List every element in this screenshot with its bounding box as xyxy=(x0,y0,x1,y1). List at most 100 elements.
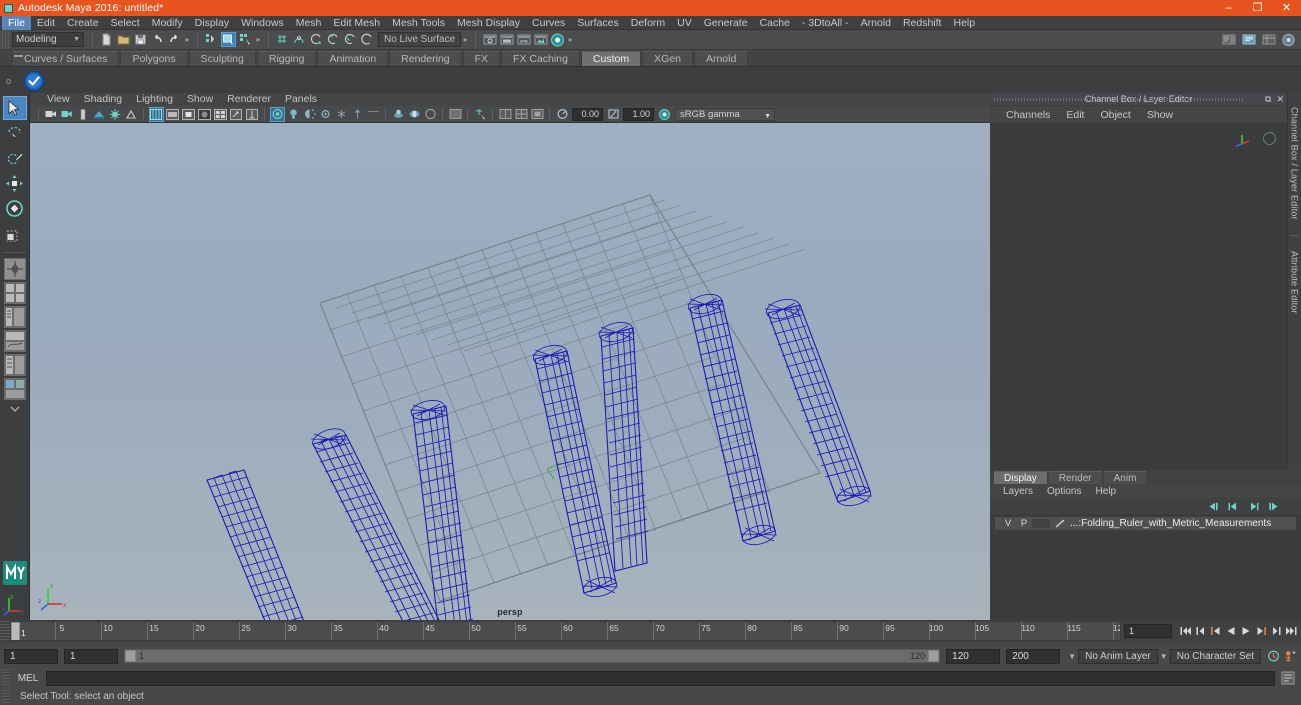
exposure-icon[interactable] xyxy=(556,108,569,121)
viewport-menu-renderer[interactable]: Renderer xyxy=(220,93,278,106)
render-current-frame-icon[interactable] xyxy=(499,32,514,47)
animation-end-field[interactable]: 200 xyxy=(1006,648,1061,664)
range-slider-bar[interactable]: 1 120 xyxy=(124,649,941,663)
menu-select[interactable]: Select xyxy=(105,16,146,30)
snap-to-projected-center-icon[interactable] xyxy=(326,32,341,47)
layer-list[interactable]: V P ...:Folding_Ruler_with_Metric_Measur… xyxy=(990,514,1301,620)
play-forwards-icon[interactable] xyxy=(1239,625,1252,638)
viewport-menu-lighting[interactable]: Lighting xyxy=(129,93,180,106)
channel-box-menu-edit[interactable]: Edit xyxy=(1058,109,1092,121)
panel-drag-dots[interactable] xyxy=(994,98,1088,101)
toolbar-collapse-arrow-icon[interactable]: ▸ xyxy=(183,32,192,47)
menu-edit-mesh[interactable]: Edit Mesh xyxy=(327,16,386,30)
tab-display[interactable]: Display xyxy=(994,471,1047,484)
select-tool[interactable] xyxy=(2,96,27,120)
script-language-label[interactable]: MEL xyxy=(10,673,46,684)
chevron-down-icon[interactable]: ▼ xyxy=(1158,652,1170,661)
lasso-select-tool[interactable] xyxy=(3,121,27,145)
open-scene-icon[interactable] xyxy=(116,32,131,47)
vertical-tab-channel-box[interactable]: Channel Box / Layer Editor xyxy=(1290,99,1300,228)
play-backwards-icon[interactable] xyxy=(1224,625,1237,638)
gamma-icon[interactable] xyxy=(607,108,620,121)
undock-icon[interactable]: ⧉ xyxy=(1265,94,1271,105)
menu-create[interactable]: Create xyxy=(61,16,105,30)
menu-uv[interactable]: UV xyxy=(671,16,698,30)
show-channel-box-icon[interactable] xyxy=(1261,32,1276,47)
chevron-down-icon[interactable]: ▼ xyxy=(1066,652,1078,661)
viewport-menu-view[interactable]: View xyxy=(40,93,77,106)
shelf-tab-animation[interactable]: Animation xyxy=(317,51,389,66)
shelf-tab-fx-caching[interactable]: FX Caching xyxy=(501,51,580,66)
new-scene-icon[interactable] xyxy=(99,32,114,47)
channel-box-body[interactable] xyxy=(990,123,1287,470)
render-settings-icon[interactable] xyxy=(533,32,548,47)
layer-menu-help[interactable]: Help xyxy=(1088,486,1123,497)
layer-menu-options[interactable]: Options xyxy=(1040,486,1088,497)
minimize-button[interactable]: – xyxy=(1214,0,1243,16)
redo-icon[interactable] xyxy=(167,32,182,47)
time-slider-grip[interactable] xyxy=(0,621,10,641)
3d-viewport[interactable]: persp y x z xyxy=(30,123,990,620)
character-set-selector[interactable]: No Character Set xyxy=(1169,648,1261,664)
show-attribute-editor-icon[interactable] xyxy=(1221,32,1236,47)
layer-prev-icon[interactable] xyxy=(1228,502,1239,511)
shelf-collapse-icon[interactable] xyxy=(14,55,23,57)
exposure-field[interactable]: 0.00 xyxy=(572,107,603,121)
shelf-tab-custom[interactable]: Custom xyxy=(580,51,642,66)
menu-windows[interactable]: Windows xyxy=(235,16,290,30)
color-management-selector[interactable]: sRGB gamma ▼ xyxy=(675,107,775,121)
snap-to-point-icon[interactable] xyxy=(309,32,324,47)
menu-deform[interactable]: Deform xyxy=(625,16,671,30)
move-tool[interactable] xyxy=(3,171,27,195)
image-plane-icon[interactable] xyxy=(77,108,90,121)
anim-layer-selector[interactable]: No Anim Layer xyxy=(1078,648,1158,664)
script-editor-icon[interactable] xyxy=(1275,671,1301,685)
xray-joints-icon[interactable] xyxy=(246,108,259,121)
menu-display[interactable]: Display xyxy=(189,16,235,30)
motion-blur-icon[interactable] xyxy=(319,108,332,121)
camera-attributes-icon[interactable] xyxy=(61,108,74,121)
hypershade-icon[interactable] xyxy=(550,32,565,47)
layer-playback-toggle[interactable]: P xyxy=(1016,518,1032,529)
playback-end-field[interactable]: 120 xyxy=(946,648,1001,664)
go-to-start-icon[interactable] xyxy=(1179,625,1192,638)
layer-last-icon[interactable] xyxy=(1268,502,1279,511)
menu-generate[interactable]: Generate xyxy=(698,16,754,30)
select-camera-icon[interactable] xyxy=(45,108,58,121)
maximize-button[interactable]: ❐ xyxy=(1243,0,1272,16)
screen-space-ao-icon[interactable] xyxy=(125,108,138,121)
view-transform-icon[interactable] xyxy=(658,108,671,121)
step-back-key-icon[interactable] xyxy=(1209,625,1222,638)
layout-expand-arrow-icon[interactable] xyxy=(3,402,27,416)
ipr-render-icon[interactable]: IPR xyxy=(516,32,531,47)
select-by-object-type-icon[interactable] xyxy=(221,32,236,47)
channel-box-menu-channels[interactable]: Channels xyxy=(998,109,1058,121)
gate-mask-icon[interactable] xyxy=(449,108,462,121)
snap-to-grid-icon[interactable] xyxy=(275,32,290,47)
viewport-menu-shading[interactable]: Shading xyxy=(77,93,130,106)
two-pane-icon[interactable] xyxy=(515,108,528,121)
make-live-icon[interactable] xyxy=(343,32,358,47)
command-input[interactable] xyxy=(46,670,1275,686)
shelf-tab-rigging[interactable]: Rigging xyxy=(256,51,317,66)
smooth-shade-selected-icon[interactable] xyxy=(181,108,195,121)
four-view-layout[interactable] xyxy=(3,282,26,304)
go-to-end-icon[interactable] xyxy=(1284,625,1297,638)
snap-to-curve-icon[interactable] xyxy=(292,32,307,47)
shelf-tab-xgen[interactable]: XGen xyxy=(642,51,693,66)
layer-visibility-toggle[interactable]: V xyxy=(1000,518,1016,529)
smooth-shade-all-icon[interactable] xyxy=(165,108,179,121)
menu-mesh[interactable]: Mesh xyxy=(290,16,328,30)
save-scene-icon[interactable] xyxy=(133,32,148,47)
viewport-select-tool-icon[interactable] xyxy=(474,108,487,121)
menu-file[interactable]: File xyxy=(2,15,31,30)
shelf-tab-curves-surfaces[interactable]: Curves / Surfaces xyxy=(12,51,120,66)
menu-3dtoall[interactable]: - 3DtoAll - xyxy=(796,16,855,30)
menu-modify[interactable]: Modify xyxy=(146,16,189,30)
vertical-tab-attribute-editor[interactable]: Attribute Editor xyxy=(1290,243,1300,322)
menu-help[interactable]: Help xyxy=(947,16,981,30)
layer-menu-layers[interactable]: Layers xyxy=(996,486,1040,497)
viewport-menu-panels[interactable]: Panels xyxy=(278,93,324,106)
help-line-grip[interactable] xyxy=(2,689,10,704)
outliner-persp-layout[interactable] xyxy=(3,306,26,328)
